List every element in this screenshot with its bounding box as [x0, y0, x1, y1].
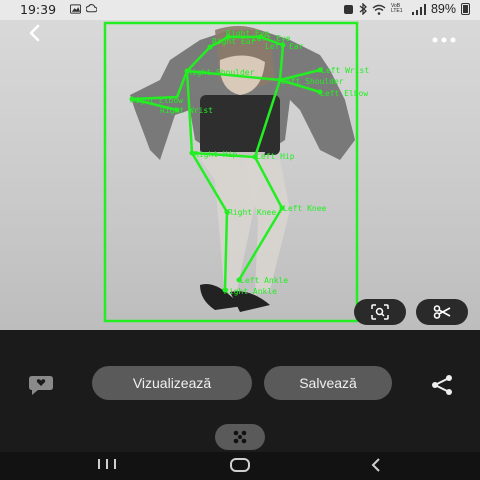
label-left-hip: Left Hip — [256, 152, 295, 161]
photo-viewer[interactable]: Right Eye Left Eye Left Ear Right Ear Ri… — [0, 20, 480, 330]
signal-icon — [411, 3, 426, 15]
view-button[interactable]: Vizualizează — [92, 366, 252, 400]
status-left-icons — [70, 4, 97, 14]
lens-search-icon — [371, 304, 389, 320]
status-time: 19:39 — [20, 2, 57, 17]
scissors-icon — [433, 305, 451, 319]
share-icon — [432, 375, 452, 395]
battery-percent: 89% — [430, 2, 456, 16]
label-left-ear: Left Ear — [265, 42, 304, 51]
label-right-ear: Right Ear — [212, 37, 256, 46]
label-right-knee: Right Knee — [228, 208, 276, 217]
more-horizontal-icon — [432, 37, 456, 43]
comment-button[interactable] — [28, 374, 54, 401]
more-tools-button[interactable] — [215, 424, 265, 450]
label-right-wrist: Right Wrist — [160, 106, 213, 115]
chevron-left-icon — [29, 24, 40, 42]
wifi-icon — [372, 4, 386, 15]
more-options-button[interactable] — [432, 26, 456, 49]
cut-button[interactable] — [416, 299, 468, 325]
label-right-shoulder: Right Shoulder — [187, 68, 255, 77]
alarm-icon — [343, 4, 353, 14]
action-panel: Vizualizează Salvează — [0, 330, 480, 452]
label-right-ankle: Right Ankle — [224, 287, 277, 296]
battery-icon — [461, 3, 470, 15]
label-left-knee: Left Knee — [283, 204, 327, 213]
status-right: VoB LTE1 89% — [343, 2, 470, 16]
cloud-notification-icon — [86, 4, 97, 13]
label-left-ankle: Left Ankle — [240, 276, 288, 285]
label-left-shoulder: Left Shoulder — [281, 77, 344, 86]
nav-back-icon — [371, 458, 380, 472]
home-icon — [230, 458, 250, 472]
bluetooth-icon — [359, 3, 367, 15]
home-button[interactable] — [228, 456, 252, 479]
lens-button[interactable] — [354, 299, 406, 325]
dots-more-icon — [233, 430, 247, 444]
share-button[interactable] — [430, 374, 454, 401]
gallery-notification-icon — [70, 4, 81, 14]
label-right-elbow: Right Elbow — [130, 96, 183, 105]
system-nav-bar — [0, 452, 480, 480]
label-right-hip: Right Hip — [194, 150, 238, 159]
recents-icon — [98, 459, 116, 469]
comment-heart-icon — [29, 376, 53, 395]
recents-button[interactable] — [96, 456, 118, 477]
network-type-label: VoB LTE1 — [390, 3, 403, 14]
label-left-wrist: Left Wrist — [321, 66, 369, 75]
save-button[interactable]: Salvează — [264, 366, 392, 400]
status-bar: 19:39 VoB LTE1 89% — [0, 0, 480, 20]
back-button[interactable] — [26, 24, 48, 46]
label-left-elbow: Left Elbow — [320, 89, 368, 98]
nav-back-button[interactable] — [368, 456, 384, 479]
